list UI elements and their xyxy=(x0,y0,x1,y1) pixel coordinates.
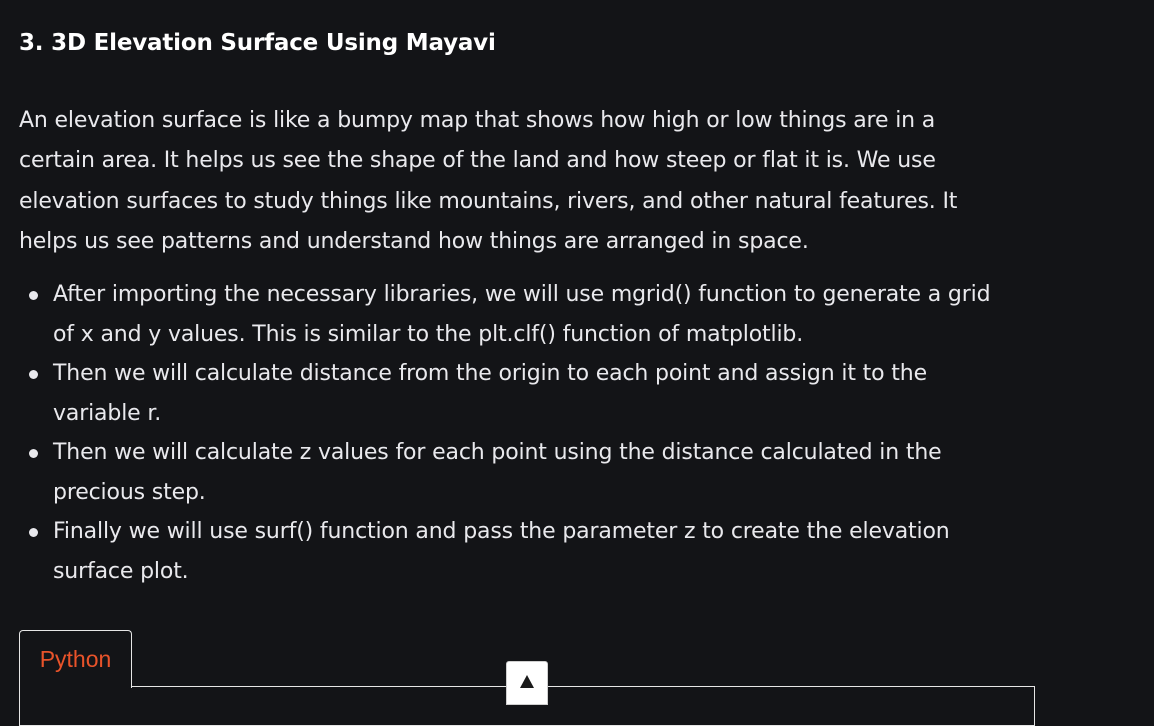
triangle-up-icon xyxy=(520,674,534,688)
bullet-dot-icon xyxy=(29,449,38,458)
collapse-code-button[interactable] xyxy=(506,661,548,705)
list-item-text: After importing the necessary libraries,… xyxy=(53,282,991,347)
list-item: Then we will calculate z values for each… xyxy=(19,433,1009,512)
list-item: Then we will calculate distance from the… xyxy=(19,354,1009,433)
list-item-text: Then we will calculate distance from the… xyxy=(53,361,927,426)
bullet-dot-icon xyxy=(29,291,38,300)
list-item-text: Then we will calculate z values for each… xyxy=(53,440,942,505)
intro-paragraph: An elevation surface is like a bumpy map… xyxy=(19,108,958,254)
bullet-dot-icon xyxy=(29,528,38,537)
steps-list: After importing the necessary libraries,… xyxy=(19,275,1009,591)
list-item-text: Finally we will use surf() function and … xyxy=(53,519,950,584)
section-heading: 3. 3D Elevation Surface Using Mayavi xyxy=(19,30,496,56)
tab-python[interactable]: Python xyxy=(19,630,132,688)
bullet-dot-icon xyxy=(29,370,38,379)
list-item: After importing the necessary libraries,… xyxy=(19,275,1009,354)
list-item: Finally we will use surf() function and … xyxy=(19,512,1009,591)
